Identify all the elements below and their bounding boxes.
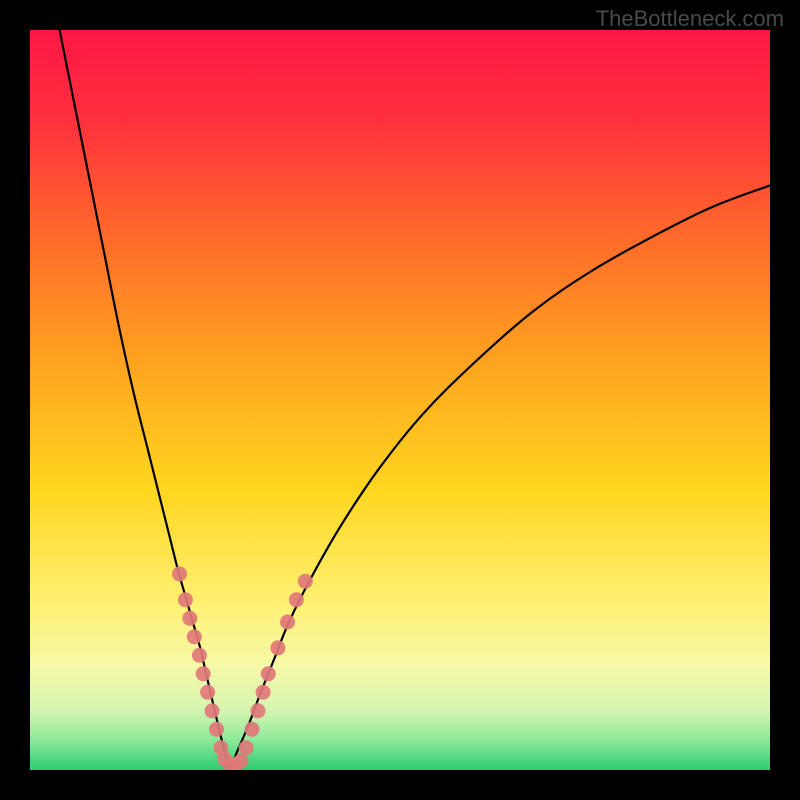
data-point: [280, 615, 295, 630]
data-point: [182, 611, 197, 626]
data-point: [187, 629, 202, 644]
data-point: [196, 666, 211, 681]
data-point: [200, 685, 215, 700]
data-point: [270, 640, 285, 655]
data-point: [239, 740, 254, 755]
data-point: [245, 722, 260, 737]
data-point: [209, 722, 224, 737]
chart-container: TheBottleneck.com: [0, 0, 800, 800]
gradient-background: [30, 30, 770, 770]
data-point: [289, 592, 304, 607]
data-point: [233, 754, 248, 769]
watermark-text: TheBottleneck.com: [596, 6, 784, 32]
data-point: [205, 703, 220, 718]
plot-area: [30, 30, 770, 770]
data-point: [261, 666, 276, 681]
data-point: [250, 703, 265, 718]
data-point: [256, 685, 271, 700]
data-point: [192, 648, 207, 663]
data-point: [172, 566, 187, 581]
data-point: [178, 592, 193, 607]
chart-svg: [30, 30, 770, 770]
data-point: [298, 574, 313, 589]
